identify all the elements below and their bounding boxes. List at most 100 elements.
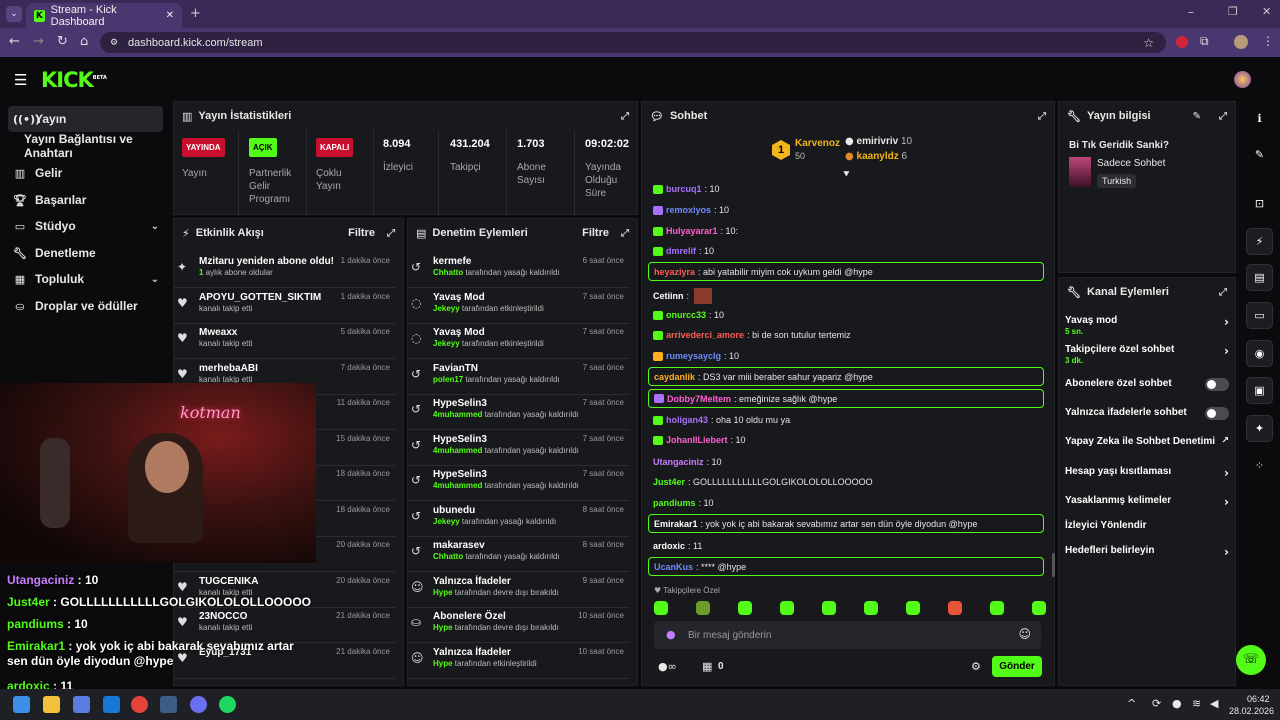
chat-username[interactable]: Utangaciniz: [653, 457, 704, 467]
chat-username[interactable]: caydanlik: [654, 372, 695, 382]
action-goals[interactable]: Hedefleri belirleyin ›: [1065, 545, 1229, 559]
address-bar[interactable]: ⚙ dashboard.kick.com/stream ☆: [100, 32, 1166, 53]
reload-icon[interactable]: ↻: [57, 34, 68, 49]
sidebar-item-denetleme[interactable]: 🔧︎ Denetleme: [8, 240, 163, 266]
expand-icon[interactable]: ⤢: [621, 111, 629, 122]
clock-date[interactable]: 28.02.2026: [1229, 706, 1274, 716]
microphone-icon[interactable]: ●: [666, 628, 676, 641]
chat-username[interactable]: JohanIILiebert: [666, 435, 728, 445]
chat-username[interactable]: dmrelif: [666, 246, 696, 256]
support-button[interactable]: ☏: [1236, 645, 1266, 675]
info-icon[interactable]: ℹ: [1246, 105, 1273, 132]
chat-message[interactable]: Dobby7Meltem: emeğinize sağlık @hype: [648, 389, 1044, 408]
emote-icon[interactable]: [654, 601, 668, 615]
extension-red-icon[interactable]: [1176, 36, 1188, 48]
chat-username[interactable]: Emirakar1: [654, 519, 698, 529]
sidebar-item-stream-key[interactable]: Yayın Bağlantısı ve Anahtarı: [8, 132, 163, 160]
outlook-icon[interactable]: [103, 696, 120, 713]
chat-icon[interactable]: ▭: [1246, 302, 1273, 329]
sidebar-item-droplar[interactable]: ⛀ Droplar ve ödüller: [8, 293, 163, 319]
action-raid[interactable]: İzleyici Yönlendir: [1065, 520, 1229, 531]
pencil-icon[interactable]: ✎: [1246, 141, 1273, 168]
broadcast-icon[interactable]: ◉: [1246, 340, 1273, 367]
emote-icon[interactable]: [696, 601, 710, 615]
chat-username[interactable]: remoxiyos: [666, 205, 711, 215]
emote-icon[interactable]: [822, 601, 836, 615]
sidebar-item-gelir[interactable]: ▥ Gelir: [8, 160, 163, 186]
tab-list-button[interactable]: ⌄: [6, 6, 22, 22]
chat-message[interactable]: remoxiyos: 10: [653, 205, 729, 215]
tab-close-icon[interactable]: ✕: [166, 10, 174, 21]
chat-message[interactable]: Emirakar1: yok yok iç abi bakarak sevabı…: [648, 514, 1044, 533]
user-avatar[interactable]: [1234, 71, 1251, 88]
chat-settings-icon[interactable]: ⚙: [971, 660, 981, 673]
pinned-toggle-icon[interactable]: ⯆: [842, 168, 851, 182]
discord-icon[interactable]: [190, 696, 207, 713]
action-slow-mode[interactable]: Yavaş mod 5 sn. ›: [1065, 315, 1229, 336]
extensions-puzzle-icon[interactable]: ⧉: [1200, 34, 1209, 49]
expand-icon[interactable]: ⤢: [387, 228, 395, 239]
chat-username[interactable]: burcuq1: [666, 184, 702, 194]
file-explorer-icon[interactable]: [43, 696, 60, 713]
emote-icon[interactable]: [780, 601, 794, 615]
chat-username[interactable]: Hulyayarar1: [666, 226, 718, 236]
points-infinity-icon[interactable]: ●∞: [658, 660, 677, 673]
tray-chevron-icon[interactable]: ^: [1127, 697, 1136, 710]
chat-message[interactable]: Utangaciniz: 10: [653, 457, 722, 467]
chrome-icon[interactable]: [131, 696, 148, 713]
chat-username[interactable]: Cetiinn: [653, 291, 684, 301]
chat-message[interactable]: arrivederci_amore: bi de son tutulur ter…: [653, 330, 851, 340]
expand-icon[interactable]: ⤢: [621, 228, 629, 239]
hamburger-menu-icon[interactable]: ☰: [14, 71, 27, 89]
edit-icon[interactable]: ✎: [1193, 111, 1201, 122]
gift-box-icon[interactable]: ▦: [702, 660, 712, 673]
chat-message[interactable]: rumeysayclg: 10: [653, 351, 739, 361]
chat-message[interactable]: holigan43: oha 10 oldu mu ya: [653, 415, 790, 425]
emote-icon[interactable]: [864, 601, 878, 615]
emotes-only-toggle[interactable]: [1205, 407, 1229, 420]
chat-username[interactable]: Just4er: [653, 477, 685, 487]
chat-message[interactable]: Just4er: GOLLLLLLLLLLLGOLGIKOLOLOLLOOOOO: [653, 477, 873, 487]
chat-message[interactable]: Hulyayarar1: 10:: [653, 226, 738, 236]
tray-mic-icon[interactable]: ●: [1172, 697, 1182, 710]
tray-volume-icon[interactable]: ◀: [1210, 697, 1218, 710]
sidebar-item-topluluk[interactable]: ▦ Topluluk ⌄: [8, 266, 163, 292]
chat-scrollbar[interactable]: [1052, 553, 1055, 577]
site-info-icon[interactable]: ⚙: [110, 38, 118, 48]
emote-icon[interactable]: [990, 601, 1004, 615]
emoji-picker-icon[interactable]: ☺: [1018, 627, 1031, 641]
chat-message[interactable]: burcuq1: 10: [653, 184, 720, 194]
layout-icon[interactable]: ▣: [1246, 377, 1273, 404]
chat-message[interactable]: caydanlik: DS3 var miii beraber sahur ya…: [648, 367, 1044, 386]
action-followers-only[interactable]: Takipçilere özel sohbet 3 dk. ›: [1065, 344, 1229, 365]
sidebar-item-studyo[interactable]: ▭ Stüdyo ⌄: [8, 213, 163, 239]
bookmark-star-icon[interactable]: ☆: [1143, 36, 1154, 50]
sidebar-item-basarilar[interactable]: 🏆︎ Başarılar: [8, 187, 163, 213]
action-account-age[interactable]: Hesap yaşı kısıtlaması ›: [1065, 466, 1229, 480]
tray-network-icon[interactable]: ⟳: [1152, 697, 1161, 710]
chat-message[interactable]: dmrelif: 10: [653, 246, 714, 256]
spotify-icon[interactable]: [219, 696, 236, 713]
home-icon[interactable]: ⌂: [80, 34, 88, 49]
filter-button[interactable]: Filtre: [582, 227, 609, 239]
chat-input[interactable]: ● Bir mesaj gönderin ☺: [654, 621, 1041, 649]
action-ai-moderation[interactable]: Yapay Zeka ile Sohbet Denetimi ↗: [1065, 436, 1229, 447]
sidebar-item-yayin[interactable]: ((•)) Yayın: [8, 106, 163, 132]
new-tab-button[interactable]: +: [190, 6, 201, 21]
chat-message[interactable]: pandiums: 10: [653, 498, 714, 508]
capture-icon[interactable]: ⊡: [1246, 190, 1273, 217]
window-close-button[interactable]: ✕: [1262, 5, 1271, 18]
browser-menu-icon[interactable]: ⋮: [1262, 34, 1274, 48]
forward-icon[interactable]: →: [33, 34, 44, 49]
chat-username[interactable]: arrivederci_amore: [666, 330, 744, 340]
chat-username[interactable]: onurcc33: [666, 310, 706, 320]
chat-message[interactable]: ardoxic: 11: [653, 541, 702, 551]
chat-message[interactable]: JohanIILiebert: 10: [653, 435, 746, 445]
clock-time[interactable]: 06:42: [1247, 694, 1270, 704]
kick-logo[interactable]: KICKBETA: [41, 68, 107, 92]
document-icon[interactable]: ▤: [1246, 264, 1273, 291]
profile-avatar-icon[interactable]: [1234, 35, 1248, 49]
emote-icon[interactable]: [738, 601, 752, 615]
chat-message[interactable]: onurcc33: 10: [653, 310, 724, 320]
chat-username[interactable]: holigan43: [666, 415, 708, 425]
